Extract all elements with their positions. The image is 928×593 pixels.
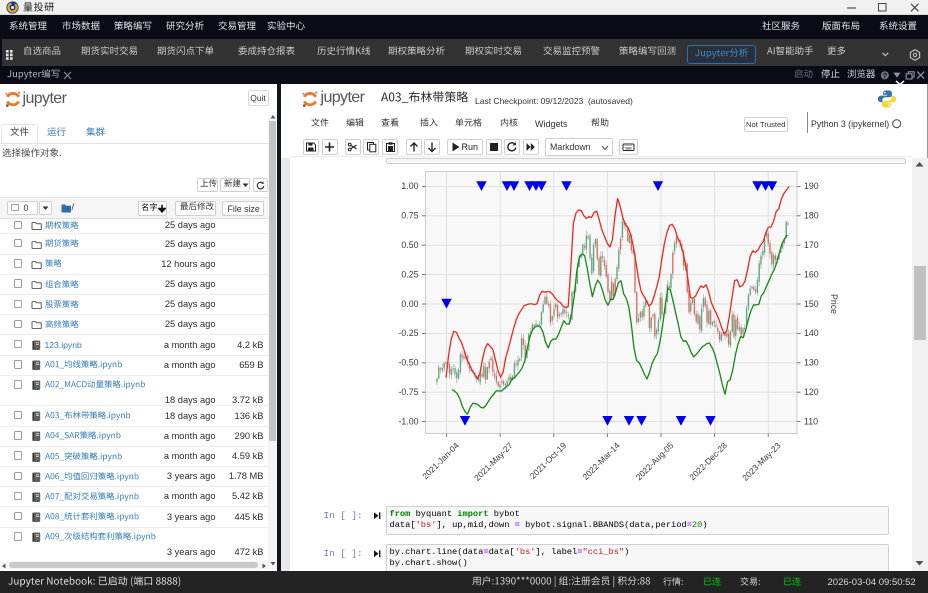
svg-text:160: 160 xyxy=(804,269,819,279)
svg-text:Price: Price xyxy=(829,294,839,314)
svg-text:2021-Oct-19: 2021-Oct-19 xyxy=(528,440,569,481)
svg-text:170: 170 xyxy=(804,240,819,250)
svg-text:180: 180 xyxy=(804,211,819,221)
svg-text:110: 110 xyxy=(804,416,818,426)
svg-text:140: 140 xyxy=(804,328,819,338)
svg-text:2022-Aug-05: 2022-Aug-05 xyxy=(634,440,676,482)
svg-text:2022-Mar-14: 2022-Mar-14 xyxy=(580,440,622,482)
svg-text:-0.75: -0.75 xyxy=(398,387,418,397)
svg-text:1.00: 1.00 xyxy=(401,181,418,191)
svg-text:130: 130 xyxy=(804,358,819,368)
svg-text:-0.25: -0.25 xyxy=(398,328,418,338)
svg-text:0.50: 0.50 xyxy=(401,240,418,250)
svg-text:-1.00: -1.00 xyxy=(398,416,418,426)
svg-text:0.25: 0.25 xyxy=(401,269,418,279)
svg-text:150: 150 xyxy=(804,299,819,309)
svg-text:2023-May-23: 2023-May-23 xyxy=(740,440,783,483)
svg-text:2022-Dec-28: 2022-Dec-28 xyxy=(687,440,729,482)
svg-text:2021-Jan-04: 2021-Jan-04 xyxy=(420,440,461,481)
svg-text:0.00: 0.00 xyxy=(401,299,418,309)
svg-text:190: 190 xyxy=(804,181,819,191)
svg-text:0.75: 0.75 xyxy=(401,211,418,221)
svg-text:2021-May-27: 2021-May-27 xyxy=(472,440,515,483)
svg-text:120: 120 xyxy=(804,387,819,397)
svg-text:-0.50: -0.50 xyxy=(398,358,418,368)
